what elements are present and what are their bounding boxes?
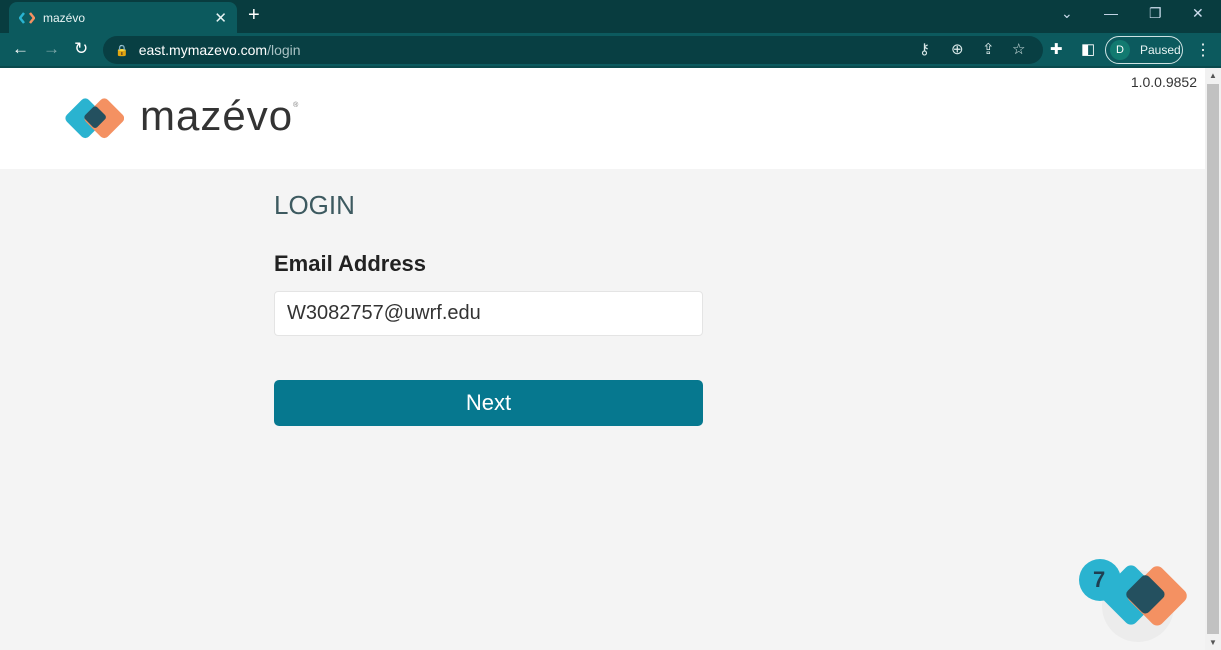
bookmark-star-icon[interactable]: ☆ (1012, 40, 1025, 58)
browser-tab-bar: mazévo ✕ + ⌄ — ❐ ✕ (0, 0, 1221, 33)
lock-icon: 🔒 (115, 44, 129, 57)
help-widget[interactable]: 7 (1078, 558, 1198, 643)
email-field[interactable] (274, 291, 703, 336)
reload-icon[interactable]: ↻ (74, 39, 88, 59)
password-key-icon[interactable]: ⚷ (919, 40, 930, 58)
notification-badge: 7 (1093, 567, 1106, 592)
brand-name: mazévo® (140, 92, 300, 139)
scrollbar-thumb[interactable] (1207, 84, 1219, 634)
browser-toolbar: ← → ↻ 🔒 east.mymazevo.com/login ⚷ ⊕ ⇪ ☆ … (0, 33, 1221, 68)
side-panel-icon[interactable]: ◧ (1081, 40, 1095, 58)
extensions-icon[interactable]: ✚ (1050, 40, 1063, 58)
zoom-icon[interactable]: ⊕ (951, 40, 964, 58)
next-button[interactable]: Next (274, 380, 703, 426)
login-form: LOGIN Email Address Next (274, 190, 704, 426)
profile-button[interactable]: D Paused (1105, 36, 1183, 64)
url-text: east.mymazevo.com/login (138, 42, 301, 58)
mazevo-logo-icon (62, 96, 125, 144)
mazevo-favicon-icon (18, 10, 36, 26)
email-label: Email Address (274, 251, 427, 276)
share-icon[interactable]: ⇪ (982, 40, 995, 58)
new-tab-icon[interactable]: + (248, 4, 260, 27)
page-scrollbar[interactable]: ▲ ▼ (1205, 68, 1221, 650)
browser-tab[interactable]: mazévo ✕ (9, 2, 237, 33)
scroll-up-icon[interactable]: ▲ (1209, 71, 1217, 80)
avatar: D (1110, 40, 1130, 60)
tab-title: mazévo (43, 10, 86, 25)
page-title: LOGIN (274, 190, 355, 220)
back-icon[interactable]: ← (12, 39, 29, 59)
close-window-icon[interactable]: ✕ (1192, 5, 1204, 22)
app-version: 1.0.0.9852 (1130, 74, 1197, 90)
minimize-icon[interactable]: — (1104, 5, 1118, 21)
restore-icon[interactable]: ❐ (1149, 5, 1162, 22)
close-tab-icon[interactable]: ✕ (214, 9, 227, 27)
site-header: mazévo® 1.0.0.9852 (0, 68, 1205, 169)
tab-search-icon[interactable]: ⌄ (1061, 5, 1073, 22)
browser-menu-icon[interactable]: ⋮ (1195, 40, 1211, 60)
address-bar[interactable]: 🔒 east.mymazevo.com/login ⚷ ⊕ ⇪ ☆ (103, 36, 1043, 64)
forward-icon[interactable]: → (43, 39, 60, 59)
scroll-down-icon[interactable]: ▼ (1209, 638, 1217, 647)
profile-status: Paused (1140, 43, 1181, 57)
